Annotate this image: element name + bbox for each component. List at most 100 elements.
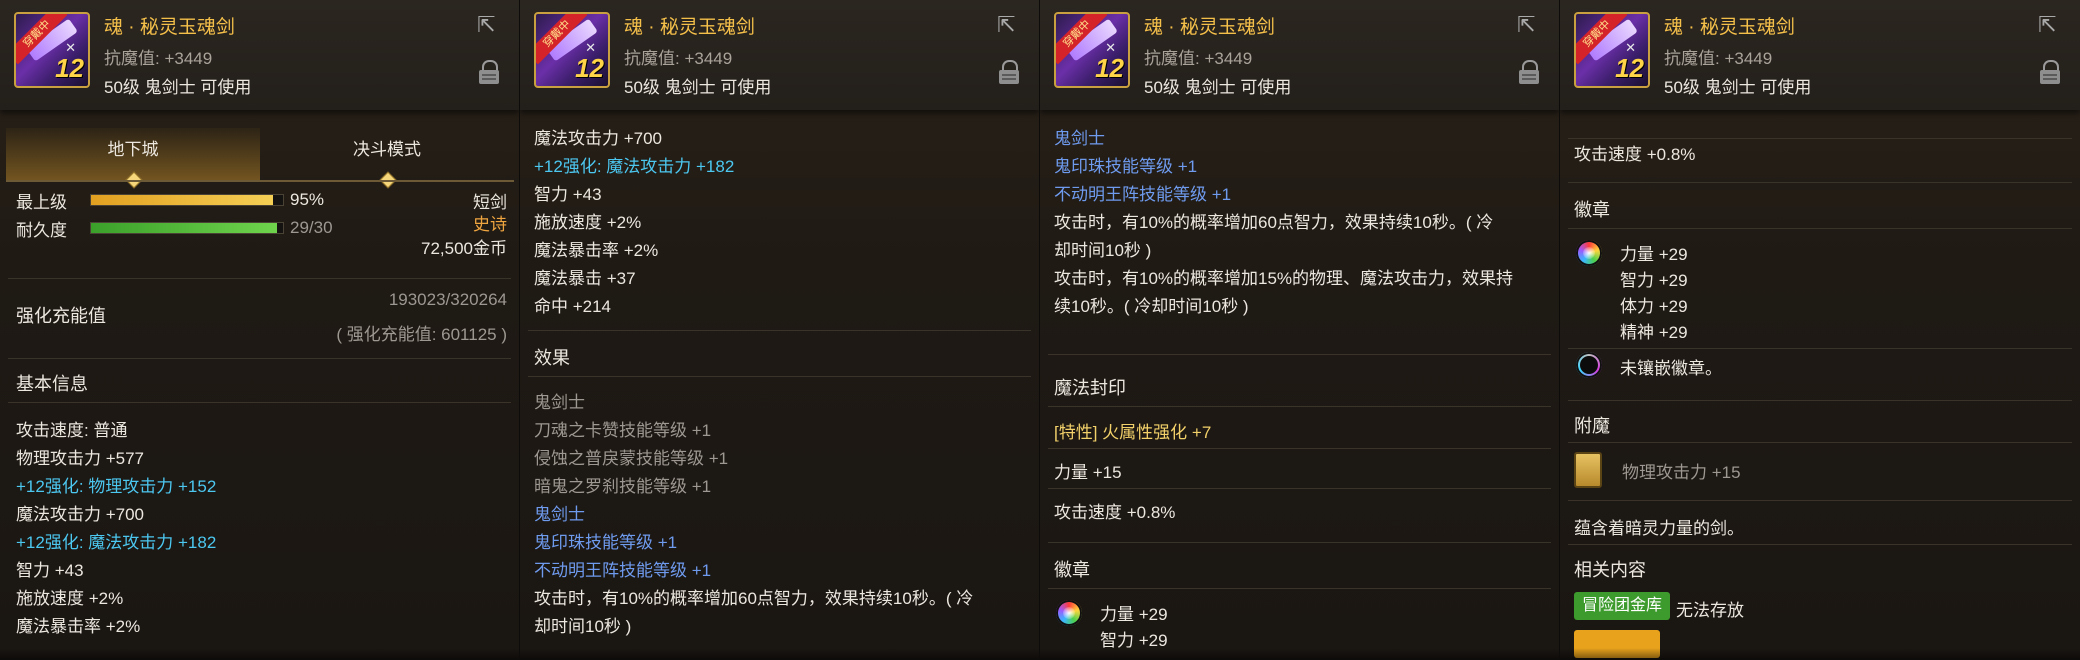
stat-line: 物理攻击力 +577 xyxy=(16,449,145,468)
item-name: 魂 · 秘灵玉魂剑 xyxy=(1144,17,1275,38)
divider xyxy=(1568,400,2072,401)
seal-stat: 攻击速度 +0.8% xyxy=(1574,145,1696,164)
divider xyxy=(1568,228,2072,229)
basic-info-title: 基本信息 xyxy=(16,374,88,394)
enhance-level: 12 xyxy=(575,53,604,83)
stat-line-enhance: +12强化: 物理攻击力 +152 xyxy=(16,477,217,496)
divider xyxy=(528,376,1031,377)
tab-label: 地下城 xyxy=(107,140,159,159)
emblem-stat: 力量 +29 xyxy=(1620,245,1688,264)
fade xyxy=(0,648,519,660)
seal-trait: [特性] 火属性强化 +7 xyxy=(1054,423,1212,442)
lock-icon[interactable] xyxy=(479,60,499,84)
lock-icon[interactable] xyxy=(2040,60,2060,84)
share-icon[interactable]: ⇱ xyxy=(2038,14,2064,36)
stat-line: 魔法暴击 +37 xyxy=(534,269,636,288)
rainbow-emblem-icon xyxy=(1056,600,1082,626)
price: 72,500金币 xyxy=(421,239,507,258)
item-name: 魂 · 秘灵玉魂剑 xyxy=(104,17,235,38)
effect-line-skill: 鬼印珠技能等级 +1 xyxy=(534,533,678,552)
emblem-stat: 体力 +29 xyxy=(1620,297,1688,316)
charge-sub: ( 强化充能值: 601125 ) xyxy=(336,325,507,344)
item-icon: 穿戴中 ✕ 12 xyxy=(14,12,90,88)
tab-label: 决斗模式 xyxy=(353,140,421,159)
tab-dungeon[interactable]: 地下城 xyxy=(6,128,260,189)
effect-line-skill: 不动明王阵技能等级 +1 xyxy=(534,561,712,580)
divider xyxy=(1048,488,1551,489)
effect-description: 却时间10秒 ) xyxy=(534,617,632,636)
enhance-level: 12 xyxy=(1095,53,1124,83)
enhance-level: 12 xyxy=(1615,53,1644,83)
divider xyxy=(1568,138,2072,139)
divider xyxy=(8,358,511,359)
effect-line-class: 鬼剑士 xyxy=(1054,129,1105,148)
stat-line: 魔法暴击率 +2% xyxy=(16,617,141,636)
effect-description: 攻击时，有10%的概率增加60点智力，效果持续10秒。( 冷 xyxy=(534,589,974,608)
stat-line: 施放速度 +2% xyxy=(534,213,642,232)
divider xyxy=(1568,544,2072,545)
usage-requirement: 50级 鬼剑士 可使用 xyxy=(624,78,772,97)
stat-line: 施放速度 +2% xyxy=(16,589,124,608)
lock-icon[interactable] xyxy=(1519,60,1539,84)
seal-stat: 力量 +15 xyxy=(1054,463,1122,482)
resistance-value: 抗魔值: +3449 xyxy=(624,49,733,68)
lock-icon[interactable] xyxy=(999,60,1019,84)
divider xyxy=(1568,500,2072,501)
stat-line: 攻击速度: 普通 xyxy=(16,421,128,440)
stat-line: 智力 +43 xyxy=(534,185,602,204)
stat-line: 魔法攻击力 +700 xyxy=(16,505,145,524)
effect-line: 鬼剑士 xyxy=(534,393,585,412)
durability-bar xyxy=(90,222,284,234)
share-icon[interactable]: ⇱ xyxy=(477,14,503,36)
share-icon[interactable]: ⇱ xyxy=(997,14,1023,36)
usage-requirement: 50级 鬼剑士 可使用 xyxy=(1144,78,1292,97)
tooltip-panel-3: 穿戴中 ✕ 12 魂 · 秘灵玉魂剑 抗魔值: +3449 50级 鬼剑士 可使… xyxy=(1040,0,1560,660)
emblem-stat: 力量 +29 xyxy=(1100,605,1168,624)
item-icon: 穿戴中 ✕ 12 xyxy=(534,12,610,88)
item-icon: 穿戴中 ✕ 12 xyxy=(1574,12,1650,88)
effect-line: 暗鬼之罗刹技能等级 +1 xyxy=(534,477,712,496)
item-name: 魂 · 秘灵玉魂剑 xyxy=(1664,17,1795,38)
related-title: 相关内容 xyxy=(1574,560,1646,580)
emblem-title: 徽章 xyxy=(1574,200,1610,220)
grade-label: 最上级 xyxy=(16,193,67,212)
usage-requirement: 50级 鬼剑士 可使用 xyxy=(104,78,252,97)
tooltip-content: 鬼剑士 鬼印珠技能等级 +1 不动明王阵技能等级 +1 攻击时，有10%的概率增… xyxy=(1040,110,1559,660)
divider xyxy=(528,330,1031,331)
enchant-title: 附魔 xyxy=(1574,416,1610,436)
divider xyxy=(1568,442,2072,443)
tooltip-strip: 穿戴中 ✕ 12 魂 · 秘灵玉魂剑 抗魔值: +3449 50级 鬼剑士 可使… xyxy=(0,0,2080,660)
seal-title: 魔法封印 xyxy=(1054,378,1126,398)
tooltip-panel-2: 穿戴中 ✕ 12 魂 · 秘灵玉魂剑 抗魔值: +3449 50级 鬼剑士 可使… xyxy=(520,0,1040,660)
tooltip-content: 地下城 决斗模式 最上级 95% 耐久度 29/30 短剑 史诗 72,500金… xyxy=(0,110,519,660)
usage-requirement: 50级 鬼剑士 可使用 xyxy=(1664,78,1812,97)
item-header: 穿戴中 ✕ 12 魂 · 秘灵玉魂剑 抗魔值: +3449 50级 鬼剑士 可使… xyxy=(1040,0,1559,110)
charge-label: 强化充能值 xyxy=(16,306,106,326)
empty-emblem-slot-icon xyxy=(1576,352,1602,378)
enchant-card-icon xyxy=(1574,452,1602,488)
flavor-text: 蕴含着暗灵力量的剑。 xyxy=(1574,519,1744,538)
item-name: 魂 · 秘灵玉魂剑 xyxy=(624,17,755,38)
mode-tabs: 地下城 决斗模式 xyxy=(6,128,514,189)
durability-label: 耐久度 xyxy=(16,221,67,240)
divider xyxy=(1048,588,1551,589)
tooltip-content: 魔法攻击力 +700 +12强化: 魔法攻击力 +182 智力 +43 施放速度… xyxy=(520,110,1039,660)
rarity: 史诗 xyxy=(473,215,507,234)
charge-value: 193023/320264 xyxy=(388,290,507,309)
stat-line: 魔法攻击力 +700 xyxy=(534,129,663,148)
divider xyxy=(1048,406,1551,407)
bank-status: 无法存放 xyxy=(1676,601,1744,620)
tab-duel[interactable]: 决斗模式 xyxy=(260,128,514,189)
share-icon[interactable]: ⇱ xyxy=(1517,14,1543,36)
tooltip-panel-4: 穿戴中 ✕ 12 魂 · 秘灵玉魂剑 抗魔值: +3449 50级 鬼剑士 可使… xyxy=(1560,0,2080,660)
effect-title: 效果 xyxy=(534,348,570,368)
adventure-bank-badge: 冒险团金库 xyxy=(1574,592,1671,620)
tooltip-content: 攻击速度 +0.8% 徽章 力量 +29 智力 +29 体力 +29 精神 +2… xyxy=(1560,110,2080,660)
no-emblem-text: 未镶嵌徽章。 xyxy=(1620,359,1722,378)
rainbow-emblem-icon xyxy=(1576,240,1602,266)
emblem-stat: 精神 +29 xyxy=(1620,323,1688,342)
stat-line: 魔法暴击率 +2% xyxy=(534,241,659,260)
effect-line: 刀魂之卡赞技能等级 +1 xyxy=(534,421,712,440)
resistance-value: 抗魔值: +3449 xyxy=(104,49,213,68)
divider xyxy=(1568,182,2072,183)
